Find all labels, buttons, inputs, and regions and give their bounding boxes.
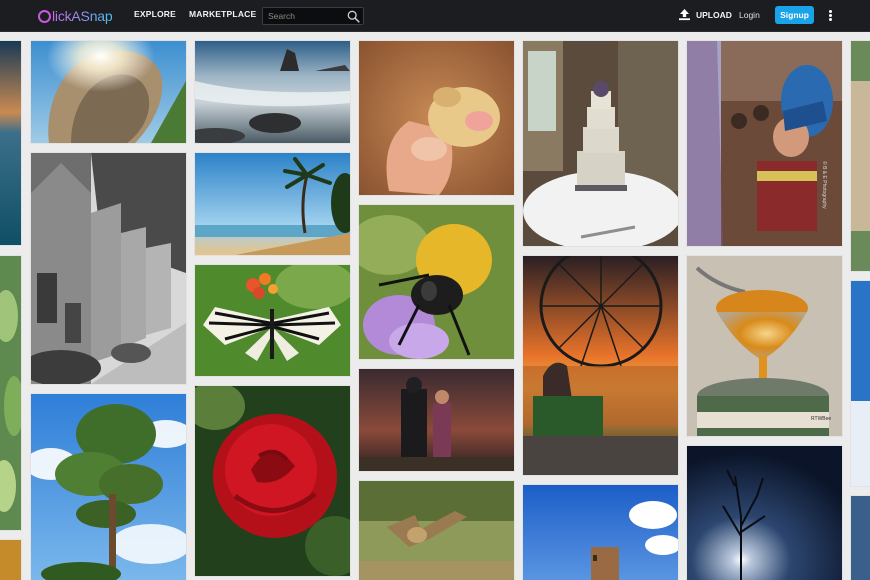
photo-cosplay-couple[interactable] [359,369,514,471]
photo-desert-tower[interactable] [523,485,678,580]
logo-c-ring [38,9,51,23]
top-navigation-bar: lickASnap EXPLORE MARKETPLACE UPLOAD Log… [0,0,870,32]
night-tree-image [687,446,842,580]
tower-image [523,485,678,580]
upload-icon [679,9,690,21]
clickasnap-logo[interactable]: lickASnap [38,6,113,26]
bee-image [359,205,514,359]
login-link[interactable]: Login [739,10,760,20]
signup-button[interactable]: Signup [775,6,814,24]
search-input[interactable] [268,10,344,22]
puppy-image [359,41,514,195]
photo-honey-dipper[interactable]: RTWBee [687,256,842,436]
photo-palm-beach[interactable] [195,153,350,255]
dancer-image [687,41,842,246]
photo-stone-village-bw[interactable] [31,153,186,384]
honey-watermark: RTWBee [811,416,832,422]
photo-bumblebee[interactable] [359,205,514,359]
search-icon[interactable] [347,10,360,23]
cosplay-image [359,369,514,471]
photo-pine-tree[interactable] [31,394,186,580]
village-image [31,153,186,384]
ocean-image [0,41,21,245]
photo-butterfly[interactable] [195,265,350,376]
edge-right-image [851,281,870,486]
photo-sculpture-head[interactable] [31,41,186,143]
ferris-image [523,256,678,475]
seascape-image [195,41,350,143]
upload-label: UPLOAD [696,9,732,20]
photo-plant-edge-left[interactable] [0,256,21,530]
pine-image [31,394,186,580]
photo-bare-tree-night[interactable] [687,446,842,580]
owl-image [359,481,514,580]
plant-image [0,256,21,530]
photo-ocean-edge-left[interactable] [0,41,21,245]
upload-button[interactable]: UPLOAD [678,8,732,21]
photo-ferris-wheel[interactable] [523,256,678,475]
photo-owl-flight[interactable] [359,481,514,580]
photo-edge-right-1[interactable] [851,41,870,271]
sculpture-image [31,41,186,143]
dancer-watermark: © B & E Photography [821,161,827,209]
edge-right-image [851,41,870,271]
edge-right-image [851,496,870,580]
photo-rocky-seascape[interactable] [195,41,350,143]
photo-red-rose[interactable] [195,386,350,576]
photo-wedding-cake[interactable] [523,41,678,246]
photo-edge-right-2[interactable] [851,281,870,486]
palm-image [195,153,350,255]
kebab-menu-icon[interactable] [829,10,832,21]
honey-image [687,256,842,436]
butterfly-image [195,265,350,376]
photo-newborn-puppy[interactable] [359,41,514,195]
search-box [262,7,364,25]
rose-image [195,386,350,576]
edge-image [0,540,21,580]
nav-marketplace[interactable]: MARKETPLACE [189,9,256,19]
cake-image [523,41,678,246]
photo-native-dancer[interactable]: © B & E Photography [687,41,842,246]
photo-edge-left-bottom[interactable] [0,540,21,580]
nav-explore[interactable]: EXPLORE [134,9,176,19]
photo-edge-right-3[interactable] [851,496,870,580]
logo-text: lickASnap [52,8,113,24]
